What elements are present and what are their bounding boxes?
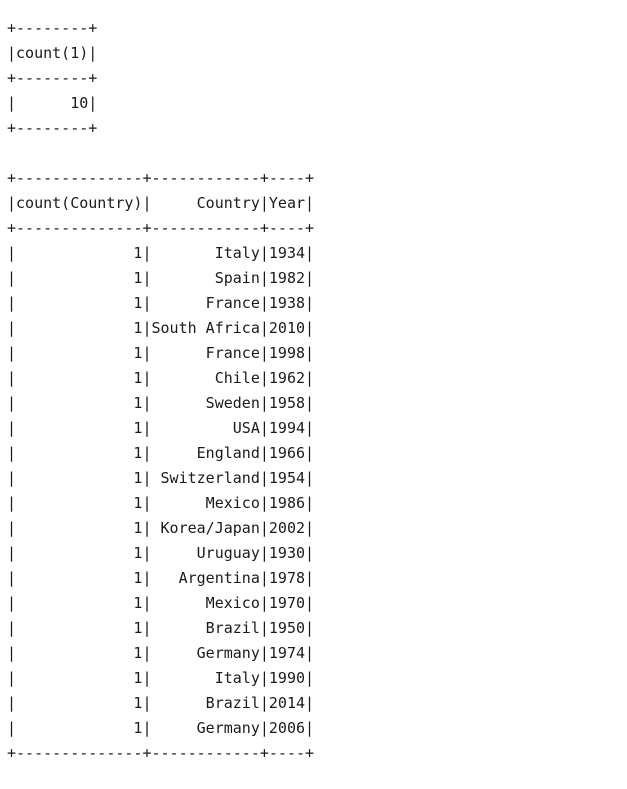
table-row: | 1| Switzerland|1954|	[7, 469, 315, 487]
table-row: | 1| Mexico|1986|	[7, 494, 315, 512]
table-row: | 1| Argentina|1978|	[7, 569, 315, 587]
table-row: | 1| France|1938|	[7, 294, 315, 312]
table-row: | 1|South Africa|2010|	[7, 319, 315, 337]
table-row: | 1| Mexico|1970|	[7, 594, 315, 612]
table1-top-border: +--------+	[7, 19, 98, 37]
table1-row: | 10|	[7, 94, 98, 112]
table-row: | 1| Brazil|2014|	[7, 694, 315, 712]
table-row: | 1| Italy|1934|	[7, 244, 315, 262]
table1-bottom-border: +--------+	[7, 119, 98, 137]
table-row: | 1| Germany|2006|	[7, 719, 315, 737]
table2-header-border: +--------------+------------+----+	[7, 219, 315, 237]
table-row: | 1| England|1966|	[7, 444, 315, 462]
table2-header-row: |count(Country)| Country|Year|	[7, 194, 315, 212]
table-row: | 1| USA|1994|	[7, 419, 315, 437]
table-row: | 1| Brazil|1950|	[7, 619, 315, 637]
table-row: | 1| Sweden|1958|	[7, 394, 315, 412]
table2-bottom-border: +--------------+------------+----+	[7, 744, 315, 762]
table1-header-border: +--------+	[7, 69, 98, 87]
table-row: | 1| Korea/Japan|2002|	[7, 519, 315, 537]
table-row: | 1| Uruguay|1930|	[7, 544, 315, 562]
table-row: | 1| Spain|1982|	[7, 269, 315, 287]
table-row: | 1| Chile|1962|	[7, 369, 315, 387]
table-row: | 1| France|1998|	[7, 344, 315, 362]
table-row: | 1| Italy|1990|	[7, 669, 315, 687]
table1-header-row: |count(1)|	[7, 44, 98, 62]
table-row: | 1| Germany|1974|	[7, 644, 315, 662]
table2-top-border: +--------------+------------+----+	[7, 169, 315, 187]
console-output: +--------+ |count(1)| +--------+ | 10| +----…	[7, 16, 314, 766]
